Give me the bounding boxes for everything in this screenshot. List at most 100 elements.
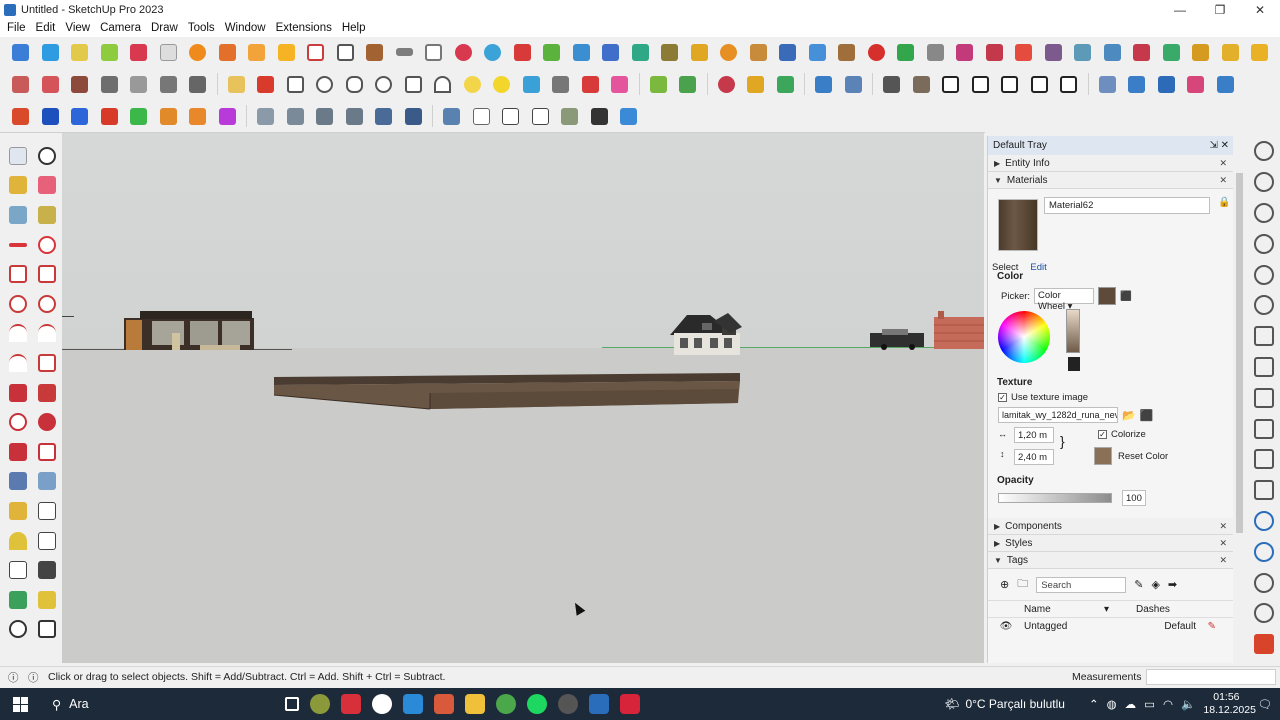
rectangle-icon[interactable]	[3, 261, 32, 287]
scroll-thumb[interactable]	[1236, 173, 1243, 533]
ext-tool-icon[interactable]	[773, 39, 803, 65]
ext-tool-icon[interactable]	[1093, 71, 1123, 97]
ext-tool-icon[interactable]	[183, 71, 213, 97]
ext-tool-icon[interactable]	[567, 39, 597, 65]
ext-tool-icon[interactable]	[478, 39, 508, 65]
ext-tool-icon[interactable]	[741, 71, 771, 97]
shaded-textures-style-icon[interactable]	[585, 103, 615, 129]
menu-camera[interactable]: Camera	[95, 22, 146, 34]
ext-tool-icon[interactable]	[1247, 321, 1280, 352]
monochrome-style-icon[interactable]	[614, 103, 644, 129]
ext-tool-icon[interactable]	[390, 39, 420, 65]
wifi-icon[interactable]: ◠	[1163, 697, 1173, 711]
house-icon[interactable]	[936, 71, 966, 97]
position-camera-icon[interactable]	[3, 587, 32, 613]
battery-icon[interactable]: ▭	[1144, 697, 1155, 711]
ext-tool-icon[interactable]	[95, 39, 125, 65]
reset-color-row[interactable]: Reset Color	[1094, 447, 1168, 465]
app-icon[interactable]	[310, 694, 330, 714]
back-view-icon[interactable]	[369, 103, 399, 129]
ext-tool-icon[interactable]	[419, 39, 449, 65]
ext-tool-icon[interactable]	[1039, 39, 1069, 65]
ext-tool-icon[interactable]	[1216, 39, 1246, 65]
ext-tool-icon[interactable]	[154, 103, 184, 129]
ext-tool-icon[interactable]	[183, 39, 213, 65]
ext-tool-icon[interactable]	[1068, 39, 1098, 65]
ext-tool-icon[interactable]	[1211, 71, 1241, 97]
tag-tool-icon[interactable]: ◈	[1151, 578, 1159, 591]
ext-tool-icon[interactable]	[36, 71, 66, 97]
ext-tool-icon[interactable]	[644, 71, 674, 97]
app-icon[interactable]	[341, 694, 361, 714]
rotate-icon[interactable]	[3, 409, 32, 435]
text-icon[interactable]	[32, 528, 61, 554]
app-icon[interactable]	[403, 694, 423, 714]
ext-tool-icon[interactable]	[596, 39, 626, 65]
menu-file[interactable]: File	[2, 22, 31, 34]
tags-search-input[interactable]: Search	[1036, 576, 1127, 593]
menu-help[interactable]: Help	[337, 22, 371, 34]
ext-tool-icon[interactable]	[6, 71, 36, 97]
menu-extensions[interactable]: Extensions	[271, 22, 337, 34]
texture-file-field[interactable]: lamitak_wy_1282d_runa_neva	[998, 407, 1118, 423]
ext-tool-icon[interactable]	[6, 39, 36, 65]
ext-tool-icon[interactable]	[832, 39, 862, 65]
ext-tool-icon[interactable]	[65, 71, 95, 97]
ext-tool-icon[interactable]	[213, 103, 243, 129]
file-explorer-icon[interactable]	[465, 694, 485, 714]
house-model[interactable]	[670, 313, 742, 355]
sketchup-extension-icon[interactable]	[1247, 629, 1280, 660]
two-point-arc-icon[interactable]	[32, 320, 61, 346]
circle-icon[interactable]	[3, 291, 32, 317]
use-texture-checkbox[interactable]: ✓	[998, 393, 1007, 402]
pencil-icon[interactable]	[251, 71, 281, 97]
ext-tool-icon[interactable]	[546, 71, 576, 97]
spotify-icon[interactable]	[527, 694, 547, 714]
line-icon[interactable]	[3, 232, 32, 258]
paint-bucket-icon[interactable]	[3, 172, 32, 198]
app-icon[interactable]	[434, 694, 454, 714]
ext-tool-icon[interactable]	[36, 39, 66, 65]
menu-edit[interactable]: Edit	[31, 22, 61, 34]
material-name-field[interactable]: Material62	[1044, 197, 1210, 214]
taskbar-search[interactable]: ⚲ Ara	[40, 697, 220, 712]
freehand-icon[interactable]	[32, 232, 61, 258]
ext-tool-icon[interactable]	[340, 71, 370, 97]
ext-tool-icon[interactable]	[36, 103, 66, 129]
ext-tool-icon[interactable]	[124, 103, 154, 129]
ext-tool-icon[interactable]	[1245, 39, 1275, 65]
ext-tool-icon[interactable]	[281, 71, 311, 97]
3d-text-icon[interactable]	[32, 557, 61, 583]
ext-tool-icon[interactable]	[154, 71, 184, 97]
ext-tool-icon[interactable]	[6, 103, 36, 129]
front-view-icon[interactable]	[310, 103, 340, 129]
ext-tool-icon[interactable]	[1152, 71, 1182, 97]
picker-select[interactable]: Color Wheel ▾	[1034, 288, 1095, 312]
measurements-field[interactable]	[1146, 669, 1276, 685]
ext-tool-icon[interactable]	[124, 71, 154, 97]
ext-tool-icon[interactable]	[576, 71, 606, 97]
ext-tool-icon[interactable]	[1247, 136, 1280, 167]
menu-draw[interactable]: Draw	[146, 22, 183, 34]
tab-edit[interactable]: Edit	[1030, 262, 1046, 273]
ext-tool-icon[interactable]	[1247, 382, 1280, 413]
maximize-button[interactable]: ❐	[1200, 0, 1240, 19]
clock[interactable]: 01:56 18.12.2025	[1203, 691, 1256, 717]
sample-paint-icon[interactable]: ⬛	[1120, 291, 1132, 302]
ext-tool-icon[interactable]	[1127, 39, 1157, 65]
table-row[interactable]: 👁 Untagged Default ✎	[988, 618, 1233, 634]
ext-tool-icon[interactable]	[1186, 39, 1216, 65]
add-tag-icon[interactable]: ⊕	[1000, 578, 1009, 591]
info-icon[interactable]: ⓘ	[8, 670, 19, 685]
house-icon[interactable]	[1025, 71, 1055, 97]
xray-style-icon[interactable]	[437, 103, 467, 129]
ext-tool-icon[interactable]	[1247, 198, 1280, 229]
ext-tool-icon[interactable]	[891, 39, 921, 65]
tape-measure-icon[interactable]	[3, 498, 32, 524]
make-component-icon[interactable]	[3, 202, 32, 228]
lock-icon[interactable]: 🔒	[1218, 197, 1230, 208]
opacity-field[interactable]: 100	[1122, 490, 1146, 506]
move-icon[interactable]	[3, 380, 32, 406]
push-pull-icon[interactable]	[32, 380, 61, 406]
pie-icon[interactable]	[32, 350, 61, 376]
